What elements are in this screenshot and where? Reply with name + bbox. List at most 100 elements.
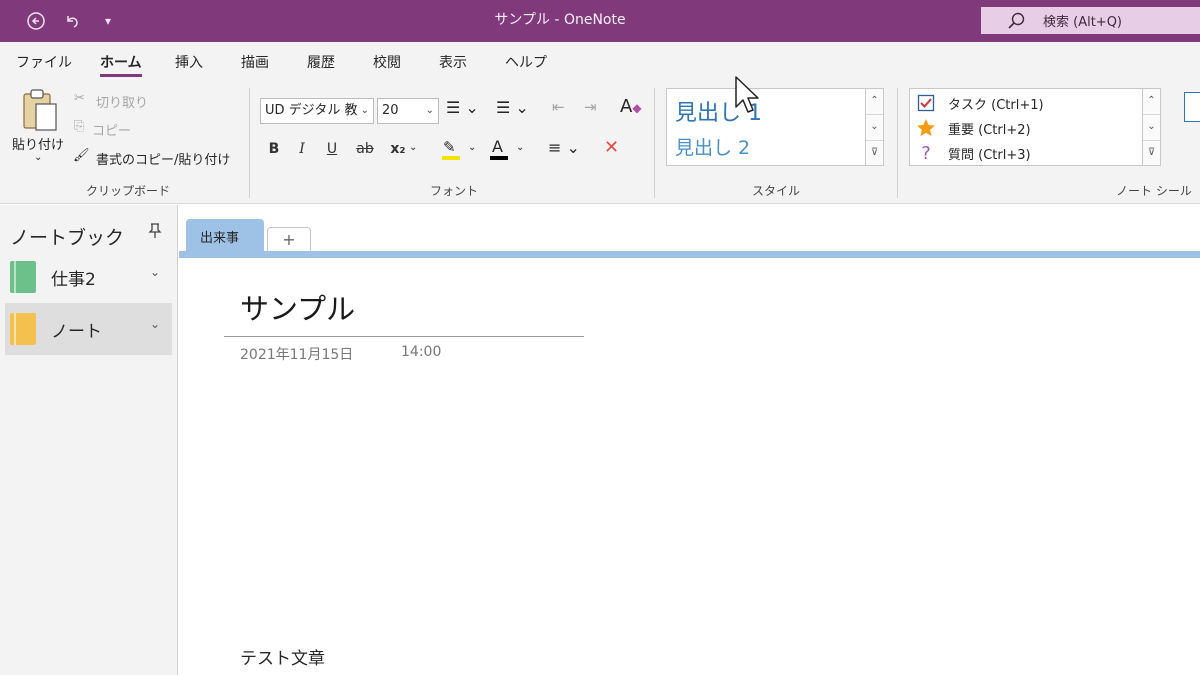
font-size-select[interactable]: 20 ⌄ [377,98,439,124]
align-icon[interactable]: ≡ ⌄ [548,138,580,157]
chevron-down-icon: ⌄ [425,105,434,116]
add-section-button[interactable]: + [267,227,311,253]
tag-label: 重要 (Ctrl+2) [948,122,1031,138]
chevron-down-icon[interactable]: ⌄ [468,142,476,153]
chevron-down-icon[interactable]: ⌄ [409,142,417,153]
clipboard-group-label: クリップボード [86,184,171,198]
page-canvas[interactable]: サンプル 2021年11月15日 14:00 テスト文章 [179,258,1200,675]
notebook-label: ノート [51,322,102,342]
notebook-item[interactable]: 仕事2 ⌄ [5,251,172,303]
italic-button[interactable]: I [291,141,313,157]
chevron-down-icon[interactable]: ⌄ [516,142,524,153]
tags-gallery[interactable]: タスク (Ctrl+1) 重要 (Ctrl+2) ? 質問 (Ctrl+3) ⌃… [909,88,1161,166]
tab-home[interactable]: ホーム [100,52,142,77]
subscript-button[interactable]: x₂ [386,141,410,157]
format-painter-button[interactable]: 書式のコピー/貼り付け [96,149,230,168]
scroll-down-icon[interactable]: ⌄ [866,115,883,141]
font-color-button[interactable]: A [488,137,510,160]
chevron-down-icon[interactable]: ⌄ [150,317,160,331]
cut-button[interactable]: 切り取り [96,92,148,111]
back-icon[interactable] [22,0,50,42]
strikethrough-button[interactable]: ab [352,141,378,157]
tab-review[interactable]: 校閲 [373,52,401,72]
tab-view[interactable]: 表示 [439,52,467,72]
tag-label: タスク (Ctrl+1) [948,97,1044,113]
chevron-down-icon[interactable]: ⌄ [150,265,160,279]
copy-button[interactable]: コピー [92,120,131,139]
tab-insert[interactable]: 挿入 [175,52,203,72]
font-family-select[interactable]: UD デジタル 教 ⌄ [260,98,374,124]
pin-icon[interactable] [148,223,162,243]
tags-scroll[interactable]: ⌃ ⌄ ⊽ [1142,89,1160,165]
tab-draw[interactable]: 描画 [241,52,269,72]
delete-icon[interactable]: ✕ [604,137,619,158]
more-icon[interactable]: ⊽ [1143,141,1160,167]
bullets-icon[interactable]: ☰ ⌄ [446,98,479,117]
notebook-icon [10,313,36,345]
tag-question[interactable]: ? 質問 (Ctrl+3) [914,142,1031,164]
font-family-value: UD デジタル 教 [265,103,358,118]
tag-label: 質問 (Ctrl+3) [948,147,1031,163]
mouse-cursor-icon [735,76,759,113]
tag-important[interactable]: 重要 (Ctrl+2) [914,117,1031,139]
style-heading2[interactable]: 見出し 2 [675,133,750,160]
copy-icon: ⎘ [74,119,85,134]
separator [249,88,250,198]
paste-chevron-icon: ⌄ [34,152,43,163]
font-color-letter: A [492,137,503,156]
scroll-up-icon[interactable]: ⌃ [1143,89,1160,115]
search-icon [1007,11,1031,31]
title-bar: ▾ サンプル - OneNote 検索 (Alt+Q) [0,0,1200,42]
todo-tag-icon[interactable] [1184,92,1200,122]
format-painter-icon: 🖌 [73,148,90,163]
page-date: 2021年11月15日 [240,347,354,363]
question-icon: ? [921,142,931,164]
title-underline [224,336,584,337]
styles-group-label: スタイル [752,184,801,198]
tab-history[interactable]: 履歴 [307,52,335,72]
page-title[interactable]: サンプル [240,286,355,328]
separator [654,88,655,198]
section-tab[interactable]: 出来事 [186,219,264,253]
numbering-icon[interactable]: ☰ ⌄ [496,98,529,117]
tags-group-label: ノート シール [1116,184,1192,198]
section-tabs: 出来事 + [179,205,1200,253]
undo-icon[interactable] [58,0,86,42]
quick-access-menu-icon[interactable]: ▾ [96,0,120,42]
clipboard-icon [23,89,57,131]
font-color-swatch [490,156,508,160]
highlight-color-swatch [442,156,460,160]
clear-formatting-icon[interactable]: A◆ [620,96,642,117]
section-color-bar [179,251,1200,258]
checkbox-icon [914,92,938,114]
tab-help[interactable]: ヘルプ [505,52,547,72]
notebook-pane-title[interactable]: ノートブック [10,223,124,250]
decrease-indent-icon[interactable]: ⇤ [552,98,565,116]
paste-button[interactable]: 貼り付け ⌄ [12,88,65,168]
underline-button[interactable]: U [321,141,343,157]
tab-file[interactable]: ファイル [16,52,72,72]
note-text[interactable]: テスト文章 [240,644,325,669]
font-group-label: フォント [430,184,479,198]
ribbon: 貼り付け ⌄ ✂ 切り取り ⎘ コピー 🖌 書式のコピー/貼り付け クリップボー… [0,80,1200,204]
page-time: 14:00 [401,344,442,360]
chevron-down-icon: ⌄ [360,105,369,116]
star-icon [914,117,938,139]
font-size-value: 20 [382,103,399,118]
highlight-button[interactable]: ✎ [440,138,462,160]
separator [897,88,898,198]
scroll-up-icon[interactable]: ⌃ [866,89,883,115]
notebook-item-selected[interactable]: ノート ⌄ [5,303,172,355]
cut-scissors-icon: ✂ [74,91,85,106]
more-icon[interactable]: ⊽ [866,141,883,167]
paste-label: 貼り付け [12,138,65,153]
search-input[interactable]: 検索 (Alt+Q) [981,7,1200,34]
bold-button[interactable]: B [263,141,285,157]
scroll-down-icon[interactable]: ⌄ [1143,115,1160,141]
styles-gallery[interactable]: 見出し 1 見出し 2 ⌃ ⌄ ⊽ [666,88,884,166]
notebook-pane: ノートブック 仕事2 ⌄ ノート ⌄ [0,205,178,675]
increase-indent-icon[interactable]: ⇥ [584,98,597,116]
window-title: サンプル - OneNote [494,12,626,28]
tag-task[interactable]: タスク (Ctrl+1) [914,92,1044,114]
styles-scroll[interactable]: ⌃ ⌄ ⊽ [865,89,883,165]
